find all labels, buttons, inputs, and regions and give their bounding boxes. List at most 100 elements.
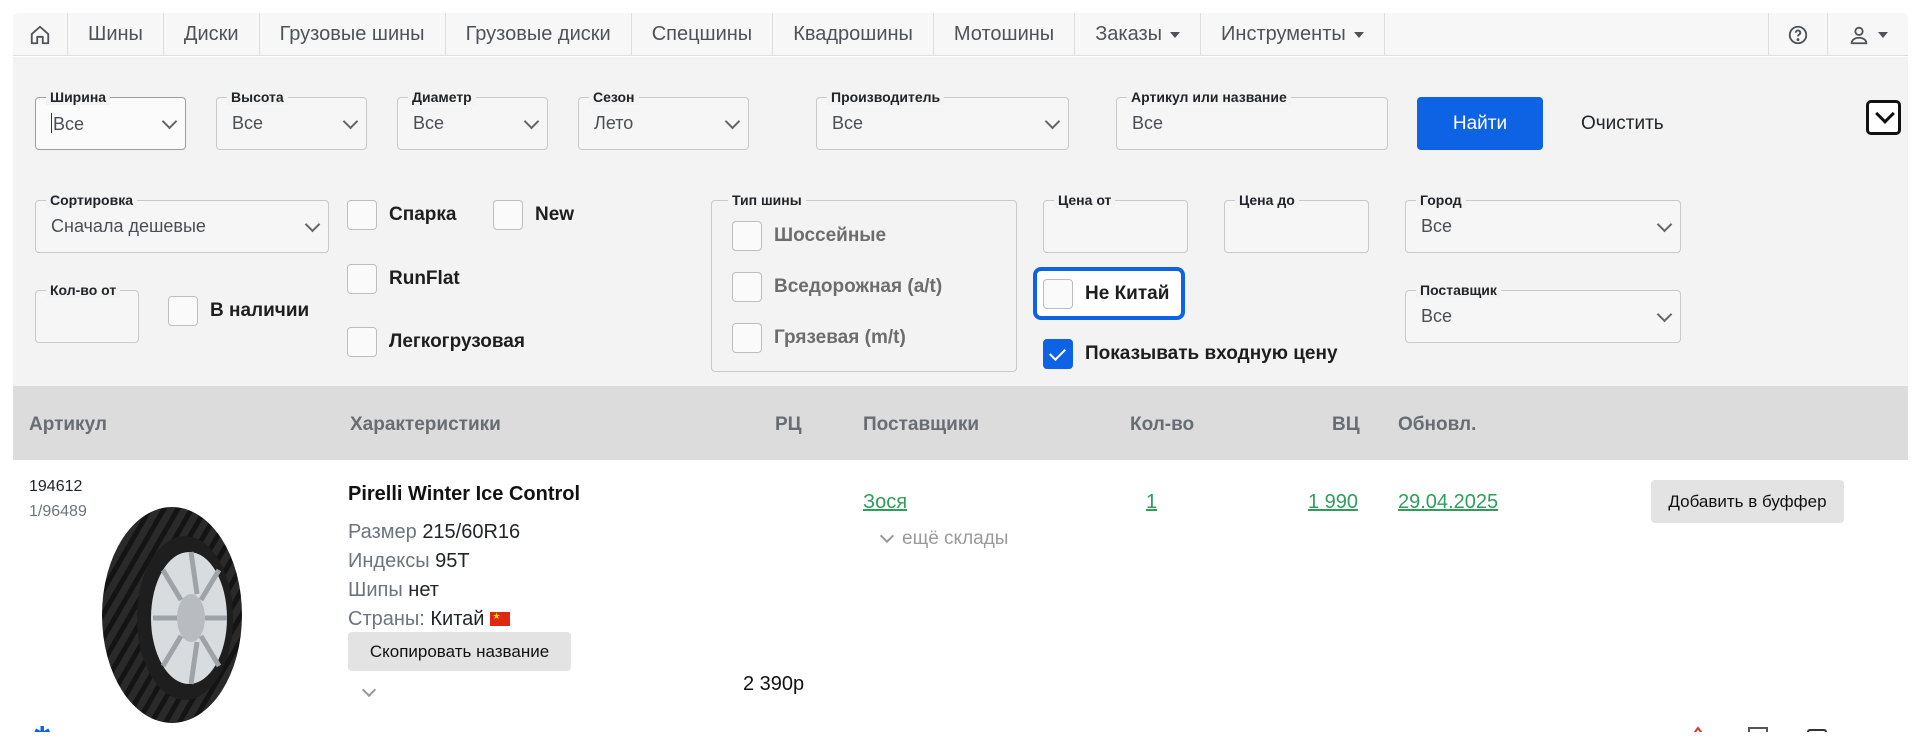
sparka-label: Спарка bbox=[389, 204, 457, 225]
spec-studs: Шипы нет bbox=[348, 579, 439, 601]
chevron-down-icon[interactable] bbox=[361, 682, 377, 698]
checkbox-box[interactable] bbox=[732, 323, 762, 353]
height-select[interactable]: Высота Все bbox=[216, 89, 367, 150]
manufacturer-value: Все bbox=[832, 113, 864, 133]
nav-special-tires[interactable]: Спецшины bbox=[632, 13, 774, 56]
in-stock-checkbox[interactable]: В наличии bbox=[168, 296, 309, 326]
price-to-input[interactable]: Цена до bbox=[1224, 192, 1369, 253]
col-characteristics[interactable]: Характеристики bbox=[350, 414, 501, 436]
supplier-select[interactable]: Поставщик Все bbox=[1405, 282, 1681, 343]
tire-type-highway-checkbox[interactable]: Шоссейные bbox=[732, 221, 886, 251]
diameter-label: Диаметр bbox=[408, 89, 476, 105]
snowflake-icon: ✱ bbox=[33, 722, 51, 732]
nav-truck-wheels[interactable]: Грузовые диски bbox=[446, 13, 632, 56]
checkbox-box[interactable] bbox=[732, 221, 762, 251]
price-from-label: Цена от bbox=[1054, 192, 1116, 208]
price-to-label: Цена до bbox=[1235, 192, 1299, 208]
find-button[interactable]: Найти bbox=[1417, 97, 1543, 150]
nav-user-dropdown[interactable] bbox=[1828, 13, 1908, 56]
season-select[interactable]: Сезон Лето bbox=[578, 89, 749, 150]
add-to-buffer-button[interactable]: Добавить в буффер bbox=[1651, 480, 1844, 523]
nav-help[interactable] bbox=[1768, 13, 1828, 56]
col-rc[interactable]: РЦ bbox=[775, 414, 802, 436]
manufacturer-select[interactable]: Производитель Все bbox=[816, 89, 1069, 150]
spec-country: Страны: Китай bbox=[348, 608, 511, 631]
app-window: Шины Диски Грузовые шины Грузовые диски … bbox=[13, 13, 1908, 732]
tire-type-group: Тип шины Шоссейные Вседорожная (a/t) Гря… bbox=[711, 192, 1017, 372]
light-truck-checkbox[interactable]: Легкогрузовая bbox=[347, 327, 525, 357]
updated-date-link[interactable]: 29.04.2025 bbox=[1398, 491, 1498, 514]
qty-link[interactable]: 1 bbox=[1146, 491, 1157, 514]
checkbox-box[interactable] bbox=[347, 200, 377, 230]
nav-orders-label: Заказы bbox=[1095, 23, 1163, 45]
calculator-icon[interactable] bbox=[1747, 726, 1769, 732]
chevron-down-icon bbox=[1044, 113, 1061, 130]
sort-value: Сначала дешевые bbox=[51, 216, 206, 236]
nav-moto-tires[interactable]: Мотошины bbox=[934, 13, 1076, 56]
tire-image[interactable] bbox=[97, 500, 247, 730]
sparka-checkbox[interactable]: Спарка bbox=[347, 200, 456, 230]
nav-wheels[interactable]: Диски bbox=[164, 13, 260, 56]
checkbox-box[interactable] bbox=[732, 272, 762, 302]
checkbox-box-checked[interactable] bbox=[1043, 339, 1073, 369]
price-from-input[interactable]: Цена от bbox=[1043, 192, 1188, 253]
nav-tools-dropdown[interactable]: Инструменты bbox=[1201, 13, 1385, 56]
nav-orders-dropdown[interactable]: Заказы bbox=[1075, 13, 1202, 56]
city-value: Все bbox=[1421, 216, 1453, 236]
season-value: Лето bbox=[594, 113, 634, 133]
new-label: New bbox=[535, 204, 575, 225]
nav-tools-label: Инструменты bbox=[1221, 23, 1346, 45]
city-select[interactable]: Город Все bbox=[1405, 192, 1681, 253]
chevron-down-icon bbox=[342, 113, 359, 130]
home-icon bbox=[30, 25, 50, 44]
checkbox-box[interactable] bbox=[493, 200, 523, 230]
camera-icon[interactable] bbox=[1806, 726, 1828, 732]
checkbox-box[interactable] bbox=[168, 296, 198, 326]
nav-home[interactable] bbox=[13, 13, 68, 56]
new-checkbox[interactable]: New bbox=[493, 200, 574, 230]
supplier-label: Поставщик bbox=[1416, 282, 1501, 298]
checkbox-box[interactable] bbox=[347, 327, 377, 357]
col-updated[interactable]: Обновл. bbox=[1398, 414, 1476, 436]
diameter-value: Все bbox=[413, 113, 445, 133]
sort-label: Сортировка bbox=[46, 192, 137, 208]
clear-button[interactable]: Очистить bbox=[1581, 97, 1664, 150]
product-name: Pirelli Winter Ice Control bbox=[348, 483, 581, 505]
nav-truck-tires[interactable]: Грузовые шины bbox=[260, 13, 446, 56]
show-input-price-checkbox[interactable]: Показывать входную цену bbox=[1043, 339, 1338, 369]
qty-from-input[interactable]: Кол-во от bbox=[35, 282, 139, 343]
collapse-filters-chevron-icon[interactable] bbox=[1866, 100, 1901, 135]
supplier-value: Все bbox=[1421, 306, 1453, 326]
spec-size: Размер 215/60R16 bbox=[348, 521, 521, 543]
more-warehouses-toggle[interactable]: ещё склады bbox=[880, 528, 1008, 550]
diameter-select[interactable]: Диаметр Все bbox=[397, 89, 548, 150]
sort-select[interactable]: Сортировка Сначала дешевые bbox=[35, 192, 329, 253]
tire-type-allterrain-checkbox[interactable]: Вседорожная (a/t) bbox=[732, 272, 942, 302]
china-flag-icon bbox=[490, 609, 511, 626]
nav-atv-tires[interactable]: Квадрошины bbox=[773, 13, 934, 56]
caret-down-icon bbox=[1353, 31, 1364, 38]
col-article[interactable]: Артикул bbox=[29, 414, 107, 436]
nav-tires[interactable]: Шины bbox=[68, 13, 164, 56]
runflat-checkbox[interactable]: RunFlat bbox=[347, 264, 460, 294]
chevron-down-icon bbox=[724, 113, 741, 130]
col-suppliers[interactable]: Поставщики bbox=[863, 414, 979, 436]
height-value: Все bbox=[232, 113, 264, 133]
col-qty[interactable]: Кол-во bbox=[1130, 414, 1194, 436]
warning-icon[interactable] bbox=[1687, 726, 1709, 732]
supplier-link[interactable]: Зося bbox=[863, 491, 907, 514]
not-china-checkbox[interactable]: Не Китай bbox=[1043, 279, 1169, 309]
in-stock-label: В наличии bbox=[210, 300, 310, 321]
qty-from-label: Кол-во от bbox=[46, 282, 121, 298]
article-search-input[interactable]: Артикул или название Все bbox=[1116, 89, 1388, 150]
width-select[interactable]: Ширина Все bbox=[35, 89, 186, 150]
manufacturer-label: Производитель bbox=[827, 89, 945, 105]
col-vc[interactable]: ВЦ bbox=[1332, 414, 1360, 436]
checkbox-box[interactable] bbox=[347, 264, 377, 294]
width-value: Все bbox=[51, 113, 85, 134]
copy-name-button[interactable]: Скопировать название bbox=[348, 632, 571, 671]
checkbox-box[interactable] bbox=[1043, 279, 1073, 309]
tire-type-mud-checkbox[interactable]: Грязевая (m/t) bbox=[732, 323, 906, 353]
vc-price-link[interactable]: 1 990 bbox=[1308, 491, 1358, 514]
show-input-price-label: Показывать входную цену bbox=[1085, 343, 1338, 364]
